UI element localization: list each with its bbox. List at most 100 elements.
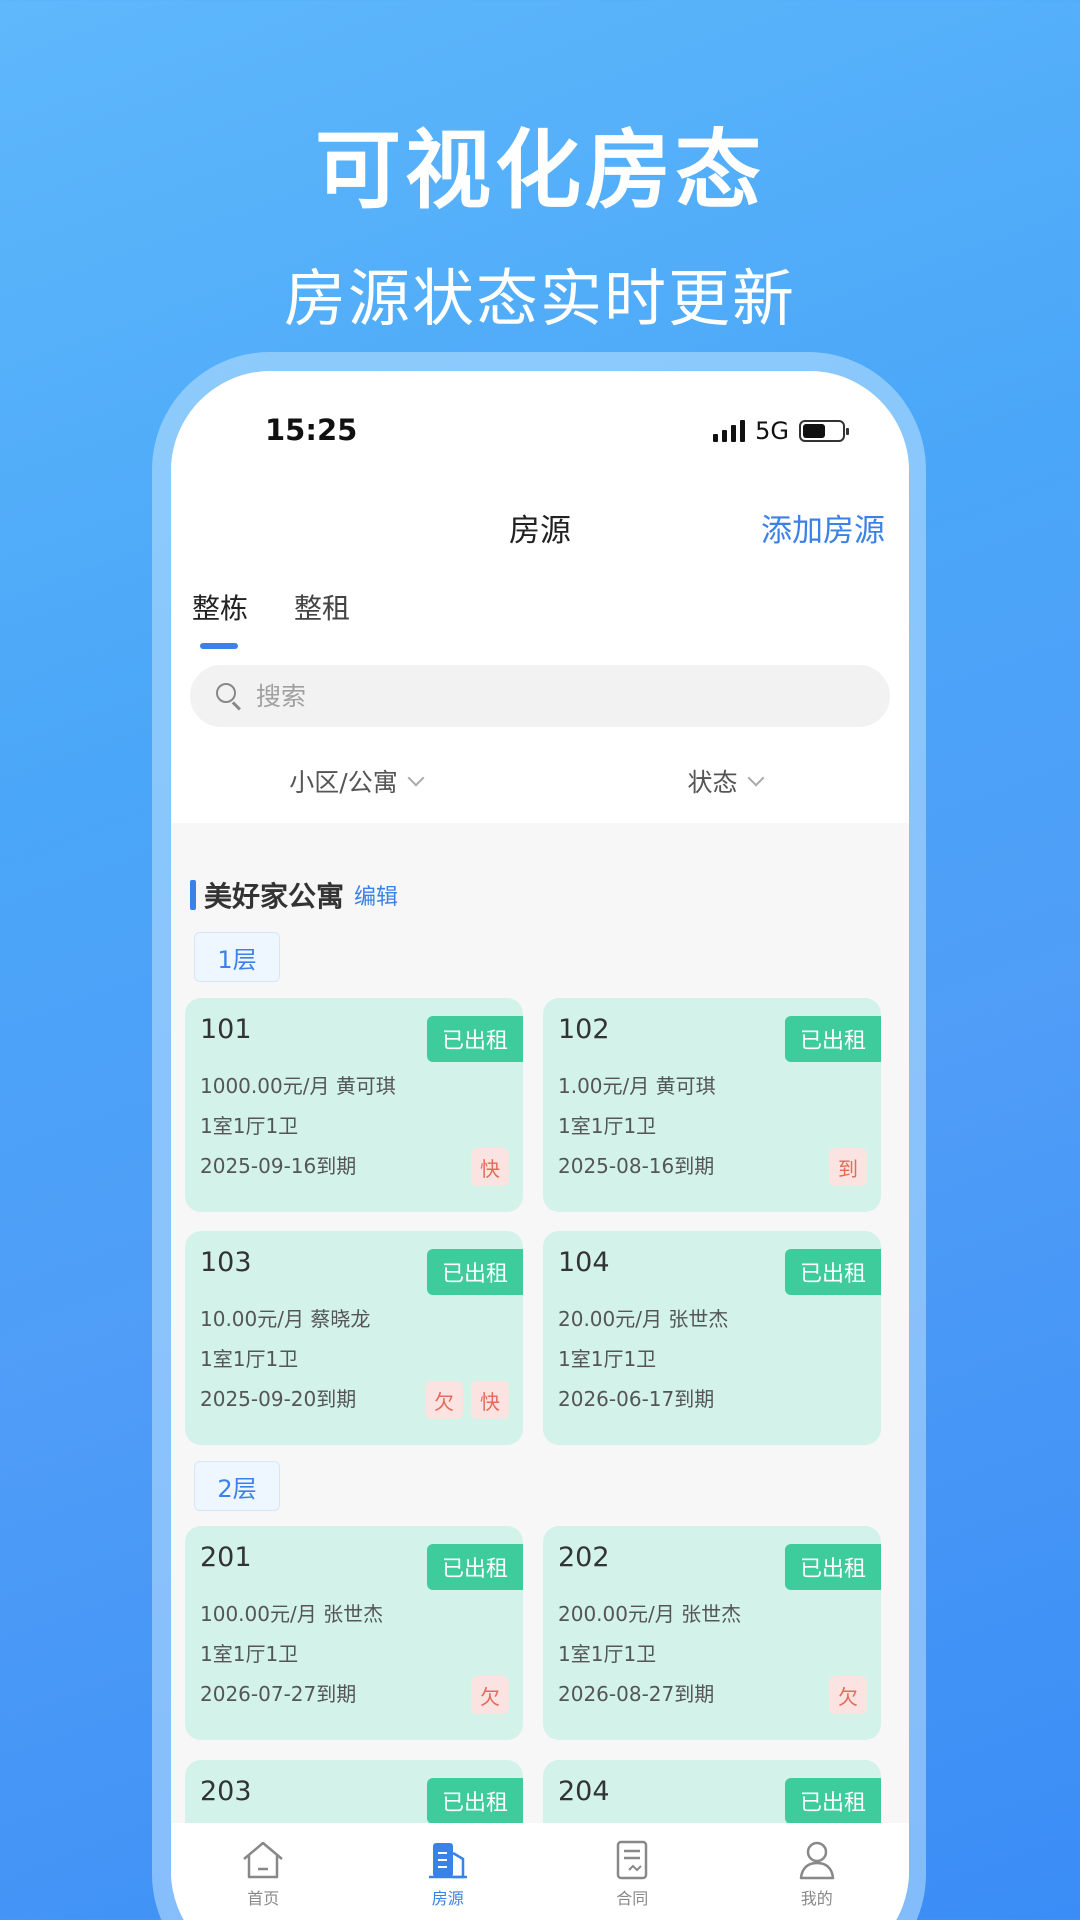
room-number: 104 <box>558 1247 610 1278</box>
room-tenant: 张世杰 <box>681 1602 742 1626</box>
room-card-103[interactable]: 103 已出租 10.00元/月 蔡晓龙 1室1厅1卫 2025-09-20到期… <box>185 1231 523 1445</box>
tabbar-property[interactable]: 房源 <box>356 1823 541 1920</box>
search-bar[interactable] <box>190 665 890 727</box>
room-status-tag: 已出租 <box>785 1544 881 1590</box>
badge-owed: 欠 <box>425 1381 463 1419</box>
section-marker <box>190 880 196 910</box>
building-icon <box>428 1843 467 1879</box>
room-rent: 1.00元/月 <box>558 1074 650 1098</box>
room-card-201[interactable]: 201 已出租 100.00元/月 张世杰 1室1厅1卫 2026-07-27到… <box>185 1526 523 1740</box>
network-label: 5G <box>755 417 789 445</box>
room-number: 203 <box>200 1776 252 1807</box>
room-tenant: 蔡晓龙 <box>310 1307 371 1331</box>
signal-icon <box>713 420 746 442</box>
room-rent-tenant: 1.00元/月 黄可琪 <box>558 1070 716 1099</box>
room-number: 102 <box>558 1014 610 1045</box>
room-badges: 欠 快 <box>425 1381 509 1419</box>
room-rent-tenant: 1000.00元/月 黄可琪 <box>200 1070 396 1099</box>
chevron-down-icon <box>407 769 425 787</box>
room-layout: 1室1厅1卫 <box>558 1347 657 1371</box>
tabbar-property-label: 房源 <box>431 1889 464 1908</box>
tabbar-contract[interactable]: 合同 <box>540 1823 725 1920</box>
status-indicators: 5G <box>713 417 849 445</box>
room-layout: 1室1厅1卫 <box>200 1347 299 1371</box>
room-card-102[interactable]: 102 已出租 1.00元/月 黄可琪 1室1厅1卫 2025-08-16到期 … <box>543 998 881 1212</box>
room-rent-tenant: 20.00元/月 张世杰 <box>558 1303 728 1332</box>
filter-community[interactable]: 小区/公寓 <box>171 763 540 799</box>
badge-owed: 欠 <box>829 1676 867 1714</box>
room-number: 201 <box>200 1542 252 1573</box>
floor-label-2[interactable]: 2层 <box>194 1461 280 1511</box>
tabbar-home[interactable]: 首页 <box>171 1823 356 1920</box>
room-rent-tenant: 10.00元/月 蔡晓龙 <box>200 1303 370 1332</box>
room-rent: 100.00元/月 <box>200 1602 317 1626</box>
room-tenant: 黄可琪 <box>655 1074 716 1098</box>
battery-icon <box>799 420 849 442</box>
tab-whole-rent[interactable]: 整租 <box>294 587 350 627</box>
room-due-date: 2026-07-27到期 <box>200 1682 357 1706</box>
chevron-down-icon <box>747 769 764 787</box>
status-time: 15:25 <box>265 413 358 447</box>
badge-owed: 欠 <box>471 1676 509 1714</box>
room-rent-tenant: 200.00元/月 张世杰 <box>558 1598 741 1627</box>
filter-community-label: 小区/公寓 <box>289 768 398 797</box>
tabbar-contract-label: 合同 <box>616 1889 649 1908</box>
room-layout: 1室1厅1卫 <box>200 1642 299 1666</box>
room-status-tag: 已出租 <box>427 1249 523 1295</box>
room-rent: 10.00元/月 <box>200 1307 304 1331</box>
room-layout: 1室1厅1卫 <box>558 1114 657 1138</box>
add-property-button[interactable]: 添加房源 <box>761 505 885 550</box>
floor-label-1[interactable]: 1层 <box>194 932 280 982</box>
room-number: 101 <box>200 1014 252 1045</box>
hero-title: 可视化房态 <box>315 121 765 221</box>
room-number: 204 <box>558 1776 610 1807</box>
filter-bar: 小区/公寓 状态 <box>171 763 909 799</box>
room-badges: 到 <box>829 1148 867 1186</box>
home-icon <box>243 1841 284 1879</box>
tabbar-mine[interactable]: 我的 <box>725 1823 910 1920</box>
filter-status-label: 状态 <box>687 768 738 797</box>
search-icon <box>216 683 242 711</box>
room-due-date: 2025-09-20到期 <box>200 1387 357 1411</box>
room-card-104[interactable]: 104 已出租 20.00元/月 张世杰 1室1厅1卫 2026-06-17到期 <box>543 1231 881 1445</box>
room-badges: 快 <box>471 1148 509 1186</box>
room-status-tag: 已出租 <box>427 1778 523 1824</box>
room-card-202[interactable]: 202 已出租 200.00元/月 张世杰 1室1厅1卫 2026-08-27到… <box>543 1526 881 1740</box>
room-status-tag: 已出租 <box>785 1249 881 1295</box>
room-rent: 20.00元/月 <box>558 1307 662 1331</box>
bottom-tab-bar: 首页 房源 合同 我的 <box>171 1823 909 1920</box>
hero-subtitle: 房源状态实时更新 <box>283 262 796 335</box>
room-layout: 1室1厅1卫 <box>200 1114 299 1138</box>
room-badges: 欠 <box>829 1676 867 1714</box>
filter-status[interactable]: 状态 <box>540 763 909 799</box>
section-name: 美好家公寓 <box>204 880 345 913</box>
user-icon <box>799 1841 834 1880</box>
edit-section-button[interactable]: 编辑 <box>354 879 398 911</box>
room-status-tag: 已出租 <box>785 1016 881 1062</box>
room-status-tag: 已出租 <box>427 1544 523 1590</box>
room-card-101[interactable]: 101 已出租 1000.00元/月 黄可琪 1室1厅1卫 2025-09-16… <box>185 998 523 1212</box>
room-tenant: 黄可琪 <box>335 1074 396 1098</box>
room-due-date: 2025-08-16到期 <box>558 1154 715 1178</box>
tab-whole-building[interactable]: 整栋 <box>192 587 248 649</box>
badge-due: 到 <box>829 1148 867 1186</box>
room-number: 103 <box>200 1247 252 1278</box>
room-rent-tenant: 100.00元/月 张世杰 <box>200 1598 383 1627</box>
tabbar-home-label: 首页 <box>247 1889 280 1908</box>
badge-soon: 快 <box>471 1381 509 1419</box>
tabbar-mine-label: 我的 <box>800 1889 833 1908</box>
room-due-date: 2026-08-27到期 <box>558 1682 715 1706</box>
section-header: 美好家公寓 编辑 <box>190 875 398 915</box>
phone-screen: 15:25 5G 房源 添加房源 整栋 整租 小区/公寓 状态 美好家公寓 编辑… <box>171 371 909 1920</box>
search-input[interactable] <box>256 681 816 711</box>
room-badges: 欠 <box>471 1676 509 1714</box>
room-status-tag: 已出租 <box>427 1016 523 1062</box>
room-tenant: 张世杰 <box>323 1602 384 1626</box>
room-layout: 1室1厅1卫 <box>558 1642 657 1666</box>
room-number: 202 <box>558 1542 610 1573</box>
room-tenant: 张世杰 <box>668 1307 729 1331</box>
contract-icon <box>617 1840 648 1880</box>
room-rent: 200.00元/月 <box>558 1602 675 1626</box>
room-due-date: 2025-09-16到期 <box>200 1154 357 1178</box>
room-status-tag: 已出租 <box>785 1778 881 1824</box>
